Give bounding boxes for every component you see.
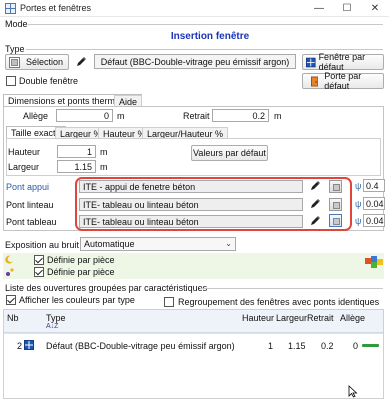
col-retrait[interactable]: Retrait	[307, 313, 334, 323]
row-nb: 2	[17, 341, 23, 351]
bridge-tableau-image-button[interactable]	[329, 214, 342, 227]
double-window-label: Double fenêtre	[19, 76, 79, 86]
minimize-button[interactable]: —	[305, 0, 333, 17]
allege-input[interactable]: 0	[56, 109, 113, 122]
mode-label: Mode	[5, 19, 28, 29]
window-icon	[24, 340, 34, 350]
mode-divider	[28, 24, 383, 25]
mouse-cursor-icon	[348, 385, 358, 398]
sort-az-icon[interactable]: A↓Z	[46, 323, 58, 330]
row-allege: 0	[353, 341, 359, 351]
chevron-down-icon: ⌄	[225, 239, 232, 248]
psi-symbol: ψ	[355, 216, 362, 226]
per-room-label-2: Définie par pièce	[47, 267, 115, 277]
exposure-select[interactable]: Automatique ⌄	[80, 237, 236, 251]
window-title: Portes et fenêtres	[20, 3, 92, 13]
default-door-button[interactable]: Porte par défaut	[302, 71, 384, 91]
row-type: Défaut (BBC-Double-vitrage peu émissif a…	[46, 341, 235, 351]
show-colors-checkbox[interactable]	[6, 295, 16, 305]
hauteur-label: Hauteur	[8, 147, 41, 157]
per-room-checkbox-1[interactable]	[34, 255, 44, 265]
exposure-value: Automatique	[84, 239, 135, 249]
pencil-icon[interactable]	[308, 179, 322, 193]
col-nb[interactable]: Nb	[7, 313, 19, 323]
col-largeur[interactable]: Largeur	[276, 313, 307, 323]
psi-symbol: ψ	[355, 199, 362, 209]
hauteur-unit: m	[100, 147, 108, 157]
allege-label: Allège	[23, 111, 49, 121]
selection-button[interactable]: Sélection	[5, 54, 69, 70]
largeur-unit: m	[100, 162, 108, 172]
group-identical-checkbox[interactable]	[164, 297, 174, 307]
bridge-tableau-field: ITE- tableau ou linteau béton	[79, 215, 303, 228]
bridge-appui-field: ITE - appui de fenetre béton	[79, 180, 303, 193]
bridge-tableau-psi[interactable]: 0.04	[363, 214, 385, 227]
current-type-field: Défaut (BBC-Double-vitrage peu émissif a…	[94, 54, 296, 69]
retrait-unit: m	[274, 111, 282, 121]
pencil-icon[interactable]	[74, 55, 88, 69]
show-colors-label: Afficher les couleurs par type	[19, 295, 135, 305]
bridge-linteau-psi[interactable]: 0.04	[363, 197, 385, 210]
pencil-icon[interactable]	[308, 214, 322, 228]
door-icon	[311, 75, 319, 87]
retrait-label: Retrait	[183, 111, 210, 121]
color-palette-icon[interactable]	[365, 256, 383, 269]
openings-divider	[200, 288, 383, 289]
row-retrait: 0.2	[321, 341, 334, 351]
largeur-label: Largeur	[8, 162, 40, 172]
default-window-label: Fenêtre par défaut	[318, 52, 366, 72]
openings-label: Liste des ouvertures groupées par caract…	[5, 283, 208, 293]
header-separator	[4, 333, 383, 334]
per-room-checkbox-2[interactable]	[34, 267, 44, 277]
group-identical-label: Regroupement des fenêtres avec ponts ide…	[178, 297, 380, 307]
bridge-linteau-field: ITE- tableau ou linteau béton	[79, 198, 303, 211]
hauteur-input[interactable]: 1	[57, 145, 96, 158]
close-button[interactable]: ✕	[361, 0, 389, 17]
row-hauteur: 1	[268, 341, 274, 351]
col-allege[interactable]: Allège	[340, 313, 365, 323]
selection-button-label: Sélection	[26, 57, 64, 67]
window-icon	[306, 57, 316, 67]
default-values-button[interactable]: Valeurs par défaut	[191, 145, 268, 161]
default-door-label: Porte par défaut	[324, 71, 362, 91]
moon-icon	[5, 255, 13, 264]
pencil-icon[interactable]	[308, 197, 322, 211]
title-bar: Portes et fenêtres — ☐ ✕	[0, 0, 389, 17]
type-color-swatch	[362, 344, 379, 347]
mode-value: Insertion fenêtre	[170, 31, 250, 42]
double-window-checkbox[interactable]	[6, 76, 16, 86]
bridge-appui-label[interactable]: Pont appui	[6, 182, 49, 192]
bridge-appui-image-button[interactable]	[329, 180, 342, 193]
default-window-button[interactable]: Fenêtre par défaut	[302, 52, 384, 72]
psi-symbol: ψ	[355, 181, 362, 191]
bridge-tableau-label[interactable]: Pont tableau	[6, 217, 57, 227]
app-window-icon	[5, 3, 16, 14]
allege-unit: m	[117, 111, 125, 121]
select-icon	[9, 56, 20, 68]
type-divider	[26, 49, 383, 50]
per-room-label-1: Définie par pièce	[47, 255, 115, 265]
row-largeur: 1.15	[288, 341, 306, 351]
col-hauteur[interactable]: Hauteur	[242, 313, 274, 323]
maximize-button[interactable]: ☐	[333, 0, 361, 17]
bridge-linteau-label[interactable]: Pont linteau	[6, 200, 54, 210]
type-label: Type	[5, 44, 25, 54]
bridge-linteau-image-button[interactable]	[329, 198, 342, 211]
bridge-appui-psi[interactable]: 0.4	[363, 179, 385, 192]
largeur-input[interactable]: 1.15	[57, 160, 96, 173]
exposure-label: Exposition au bruit	[5, 240, 80, 250]
col-type[interactable]: Type	[46, 313, 66, 323]
retrait-input[interactable]: 0.2	[212, 109, 269, 122]
sun-icon	[6, 268, 14, 276]
